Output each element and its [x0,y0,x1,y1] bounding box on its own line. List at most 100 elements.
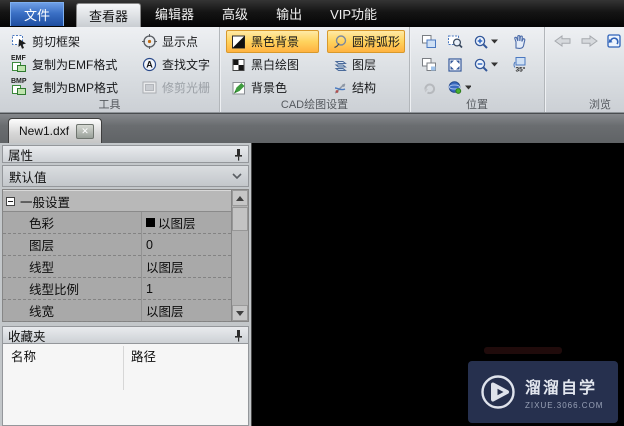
properties-panel-header: 属性 [2,145,249,163]
drawing-canvas[interactable]: 溜溜自学 ZIXUE.3066.COM [252,143,624,426]
rotate-icon [424,83,436,94]
copy-bmp-label: 复制为BMP格式 [32,81,119,95]
property-section-row[interactable]: 一般设置 [3,190,231,212]
menubar: 文件 查看器 编辑器 高级 输出 VIP功能 [0,0,624,27]
menu-advanced[interactable]: 高级 [208,0,262,27]
svg-text:A: A [146,60,153,70]
pan-button[interactable] [510,32,540,51]
play-logo-icon [481,375,515,409]
scrollbar-up-button[interactable] [232,190,248,206]
find-text-button[interactable]: A 查找文字 [136,53,215,76]
menu-file[interactable]: 文件 [10,2,65,26]
zoom-window-icon [448,35,463,48]
ribbon-group-position: 35° 位置 [410,27,546,112]
scrollbar-thumb[interactable] [232,207,248,231]
preset-select-value: 默认值 [9,170,47,185]
undo-view-icon[interactable] [605,33,623,49]
trim-raster-label: 修剪光栅 [162,81,211,95]
structure-icon [334,82,346,94]
property-row-layer[interactable]: 图层 0 [3,234,231,256]
rotate-angle-icon: 35° [513,57,526,74]
watermark-title: 溜溜自学 [525,380,598,397]
property-grid-scrollbar[interactable] [231,190,248,321]
fit-screen-icon [448,57,462,72]
layers-label: 图层 [352,58,377,72]
show-point-icon [142,34,157,49]
pages-icon [422,34,437,48]
favorites-panel-title: 收藏夹 [8,329,46,344]
favorites-panel-header: 收藏夹 [2,326,249,344]
ribbon-group-tools: 剪切框架 EMF 复制为EMF格式 BMP 复制为BMP格式 显示点 A 查找文… [0,27,221,112]
orbit-view-button[interactable] [446,79,472,97]
menu-vip[interactable]: VIP功能 [316,0,391,27]
menu-viewer[interactable]: 查看器 [76,3,142,27]
zoom-in-button[interactable] [472,33,510,51]
pages-alt-icon [422,57,437,71]
zoom-in-icon [474,35,488,49]
zoom-out-icon [474,58,488,72]
forward-arrow-icon[interactable] [579,34,599,48]
chevron-down-icon [232,173,242,179]
watermark-smudge [484,347,562,354]
black-background-toggle[interactable]: 黑色背景 [226,30,320,53]
smooth-arc-icon [334,34,347,48]
pin-icon[interactable] [234,329,243,342]
menu-editor[interactable]: 编辑器 [141,0,208,27]
ribbon-group-browse: 浏览 [545,27,624,112]
bw-drawing-button[interactable]: 黑白绘图 [226,53,319,76]
favorites-column-path[interactable]: 路径 [123,346,156,365]
zoom-window-button[interactable] [446,33,472,51]
rotate-angle-button[interactable]: 35° [510,55,540,74]
preset-select[interactable]: 默认值 [2,165,249,187]
group-label-position: 位置 [466,99,489,111]
black-background-icon [232,35,246,48]
rotate-button[interactable] [420,79,446,97]
watermark-url: ZIXUE.3066.COM [525,401,604,410]
menu-output[interactable]: 输出 [262,0,316,27]
property-row-color[interactable]: 色彩 以图层 [3,212,231,234]
svg-text:35°: 35° [516,66,526,74]
property-section-label: 一般设置 [20,195,71,210]
ribbon: 剪切框架 EMF 复制为EMF格式 BMP 复制为BMP格式 显示点 A 查找文… [0,27,624,113]
zoom-pages-button[interactable] [420,33,446,51]
property-grid: 一般设置 色彩 以图层 图层 0 线型 以图层 线型比例 1 线宽 以图层 [2,189,249,322]
copy-emf-button[interactable]: EMF 复制为EMF格式 [6,53,128,76]
color-swatch [146,218,155,227]
smooth-arc-toggle[interactable]: 圆滑弧形 [327,30,406,53]
watermark-badge: 溜溜自学 ZIXUE.3066.COM [468,361,618,423]
group-label-tools: 工具 [98,99,121,111]
favorites-column-name[interactable]: 名称 [3,346,123,365]
bw-drawing-icon [232,58,245,71]
group-label-browse: 浏览 [589,99,612,111]
property-row-lineweight[interactable]: 线宽 以图层 [3,300,231,322]
back-arrow-icon[interactable] [553,34,573,48]
document-tab[interactable]: New1.dxf ✕ [8,118,103,143]
left-panel: 属性 默认值 一般设置 色彩 以图层 图层 0 线型 以图层 线型比例 1 线宽… [0,143,252,426]
property-grid-rows: 一般设置 色彩 以图层 图层 0 线型 以图层 线型比例 1 线宽 以图层 [3,190,231,322]
scrollbar-down-button[interactable] [232,305,248,321]
black-background-label: 黑色背景 [251,35,300,49]
property-row-linetype-scale[interactable]: 线型比例 1 [3,278,231,300]
fit-screen-button[interactable] [446,56,472,74]
zoom-out-button[interactable] [472,56,510,74]
background-color-label: 背景色 [251,81,288,95]
favorites-column-divider [123,346,124,390]
collapse-expander-icon[interactable] [6,196,15,206]
cut-frame-button[interactable]: 剪切框架 [6,30,128,53]
layers-icon [334,60,347,71]
group-label-cad-settings: CAD绘图设置 [280,99,349,111]
show-point-label: 显示点 [162,35,199,49]
property-row-linetype[interactable]: 线型 以图层 [3,256,231,278]
show-point-button[interactable]: 显示点 [136,30,215,53]
document-tab-label: New1.dxf [19,124,70,138]
find-text-label: 查找文字 [162,58,211,72]
layers-button[interactable]: 图层 [327,53,405,76]
pin-icon[interactable] [234,148,243,161]
tab-close-button[interactable]: ✕ [76,123,95,139]
copy-view-button[interactable] [420,56,446,74]
zoom-out-dropdown-caret [491,62,499,67]
orbit-dropdown-caret [465,85,472,90]
structure-label: 结构 [352,81,377,95]
copy-bmp-icon: BMP [11,78,28,96]
cut-frame-icon [12,35,26,49]
